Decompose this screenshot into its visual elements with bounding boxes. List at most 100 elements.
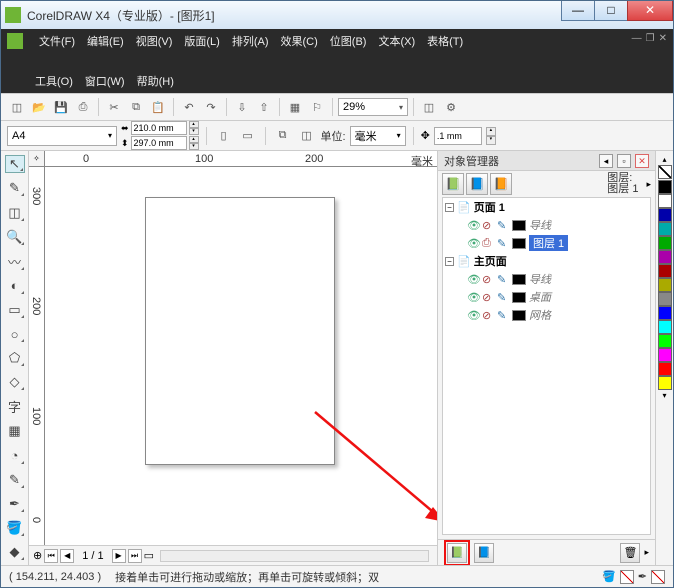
snap-button[interactable]: ◫ bbox=[419, 97, 439, 117]
docker-collapse-button[interactable]: ▫ bbox=[617, 154, 631, 168]
color-swatch[interactable] bbox=[512, 292, 526, 303]
new-layer-button[interactable]: 📗 bbox=[447, 543, 467, 563]
rectangle-tool[interactable]: ▭ bbox=[5, 301, 25, 319]
docker-scroll-icon[interactable]: ▸ bbox=[644, 547, 649, 558]
copy-button[interactable]: ⧉ bbox=[126, 97, 146, 117]
menu-bitmaps[interactable]: 位图(B) bbox=[330, 33, 367, 49]
color-swatch[interactable] bbox=[658, 222, 672, 236]
table-tool[interactable]: ▦ bbox=[5, 422, 25, 440]
doc-close-button[interactable]: ✕ bbox=[659, 33, 667, 44]
interactive-tool[interactable]: ◔ bbox=[5, 446, 25, 464]
landscape-button[interactable]: ▭ bbox=[238, 126, 258, 146]
layer-tree[interactable]: − 📄 页面 1 👁 ⊘ ✎ 导线 👁 ⎙ ✎ 图层 1 bbox=[442, 197, 651, 535]
crop-tool[interactable]: ◫ bbox=[5, 203, 25, 221]
outline-tool[interactable]: ✒ bbox=[5, 495, 25, 513]
color-swatch[interactable] bbox=[658, 362, 672, 376]
eye-icon[interactable]: 👁 bbox=[467, 237, 479, 250]
print-icon[interactable]: ⎙ bbox=[482, 237, 494, 250]
page-width-input[interactable]: 210.0 mm bbox=[131, 121, 187, 135]
interactive-fill-tool[interactable]: ◆ bbox=[5, 543, 25, 561]
paper-size-select[interactable]: A4▾ bbox=[7, 126, 117, 146]
menu-edit[interactable]: 编辑(E) bbox=[87, 33, 124, 49]
color-swatch[interactable] bbox=[512, 274, 526, 285]
fill-tool[interactable]: 🪣 bbox=[5, 519, 25, 537]
eye-icon[interactable]: 👁 bbox=[467, 291, 479, 304]
color-swatch[interactable] bbox=[658, 292, 672, 306]
menu-window[interactable]: 窗口(W) bbox=[85, 73, 125, 89]
menu-file[interactable]: 文件(F) bbox=[39, 33, 75, 49]
tree-layer-1[interactable]: 👁 ⎙ ✎ 图层 1 bbox=[443, 234, 650, 252]
color-swatch[interactable] bbox=[658, 264, 672, 278]
outline-none-swatch[interactable] bbox=[651, 570, 665, 584]
menu-view[interactable]: 视图(V) bbox=[136, 33, 173, 49]
first-page-button[interactable]: ⏮ bbox=[44, 549, 58, 563]
units-select[interactable]: 毫米▾ bbox=[350, 126, 406, 146]
color-swatch[interactable] bbox=[658, 334, 672, 348]
tree-layer-desktop[interactable]: 👁 ⊘ ✎ 桌面 bbox=[443, 288, 650, 306]
ruler-origin[interactable]: ✧ bbox=[29, 151, 45, 167]
page-tab-icon[interactable]: ▭ bbox=[144, 549, 154, 562]
facing-pages-icon[interactable]: ◫ bbox=[297, 126, 317, 146]
color-swatch[interactable] bbox=[512, 310, 526, 321]
menu-table[interactable]: 表格(T) bbox=[427, 33, 463, 49]
portrait-button[interactable]: ▯ bbox=[214, 126, 234, 146]
layer-manager-view-button[interactable]: 📙 bbox=[490, 173, 512, 195]
pages-icon[interactable]: ⧉ bbox=[273, 126, 293, 146]
close-button[interactable]: ✕ bbox=[627, 1, 673, 21]
color-swatch[interactable] bbox=[658, 180, 672, 194]
ellipse-tool[interactable]: ○ bbox=[5, 325, 25, 343]
text-tool[interactable]: 字 bbox=[5, 397, 25, 416]
save-button[interactable]: 💾 bbox=[51, 97, 71, 117]
height-spinner[interactable]: ▴▾ bbox=[189, 136, 199, 150]
print-icon[interactable]: ⊘ bbox=[482, 219, 494, 232]
basic-shapes-tool[interactable]: ◇ bbox=[5, 373, 25, 391]
vertical-ruler[interactable]: 300 200 100 0 bbox=[29, 167, 45, 545]
eye-icon[interactable]: 👁 bbox=[467, 309, 479, 322]
tree-layer-grid[interactable]: 👁 ⊘ ✎ 网格 bbox=[443, 306, 650, 324]
print-button[interactable]: ⎙ bbox=[73, 97, 93, 117]
edit-icon[interactable]: ✎ bbox=[497, 291, 509, 304]
color-swatch[interactable] bbox=[658, 306, 672, 320]
eye-icon[interactable]: 👁 bbox=[467, 273, 479, 286]
tree-master-node[interactable]: − 📄 主页面 bbox=[443, 252, 650, 270]
undo-button[interactable]: ↶ bbox=[179, 97, 199, 117]
menu-help[interactable]: 帮助(H) bbox=[137, 73, 174, 89]
color-swatch[interactable] bbox=[658, 236, 672, 250]
edit-icon[interactable]: ✎ bbox=[497, 309, 509, 322]
color-swatch[interactable] bbox=[658, 320, 672, 334]
no-color-swatch[interactable] bbox=[658, 165, 672, 179]
pick-tool[interactable]: ↖ bbox=[5, 155, 25, 173]
print-icon[interactable]: ⊘ bbox=[482, 291, 494, 304]
docker-prev-button[interactable]: ◂ bbox=[599, 154, 613, 168]
color-swatch[interactable] bbox=[658, 348, 672, 362]
edit-icon[interactable]: ✎ bbox=[497, 237, 509, 250]
cut-button[interactable]: ✂ bbox=[104, 97, 124, 117]
eyedropper-tool[interactable]: ✎ bbox=[5, 471, 25, 489]
new-button[interactable]: ◫ bbox=[7, 97, 27, 117]
page-add-icon[interactable]: ⊕ bbox=[33, 549, 42, 562]
options-button[interactable]: ⚙ bbox=[441, 97, 461, 117]
docker-menu-button[interactable]: ▸ bbox=[646, 179, 651, 190]
prev-page-button[interactable]: ◀ bbox=[60, 549, 74, 563]
polygon-tool[interactable]: ⬠ bbox=[5, 349, 25, 367]
color-swatch[interactable] bbox=[658, 250, 672, 264]
nudge-input[interactable]: .1 mm bbox=[434, 127, 482, 145]
tree-layer-master-guides[interactable]: 👁 ⊘ ✎ 导线 bbox=[443, 270, 650, 288]
app-launcher-icon[interactable]: ▦ bbox=[285, 97, 305, 117]
color-swatch[interactable] bbox=[512, 220, 526, 231]
doc-restore-button[interactable]: ❐ bbox=[646, 33, 655, 44]
color-swatch[interactable] bbox=[658, 208, 672, 222]
maximize-button[interactable]: □ bbox=[594, 1, 628, 21]
redo-button[interactable]: ↷ bbox=[201, 97, 221, 117]
print-icon[interactable]: ⊘ bbox=[482, 273, 494, 286]
color-swatch[interactable] bbox=[658, 194, 672, 208]
collapse-icon[interactable]: − bbox=[445, 203, 454, 212]
color-swatch[interactable] bbox=[512, 238, 526, 249]
palette-up-button[interactable]: ▴ bbox=[662, 155, 666, 164]
edit-icon[interactable]: ✎ bbox=[497, 219, 509, 232]
freehand-tool[interactable]: 〰 bbox=[5, 252, 25, 271]
export-button[interactable]: ⇧ bbox=[254, 97, 274, 117]
smart-fill-tool[interactable]: ◐ bbox=[5, 277, 25, 295]
welcome-icon[interactable]: ⚐ bbox=[307, 97, 327, 117]
paste-button[interactable]: 📋 bbox=[148, 97, 168, 117]
